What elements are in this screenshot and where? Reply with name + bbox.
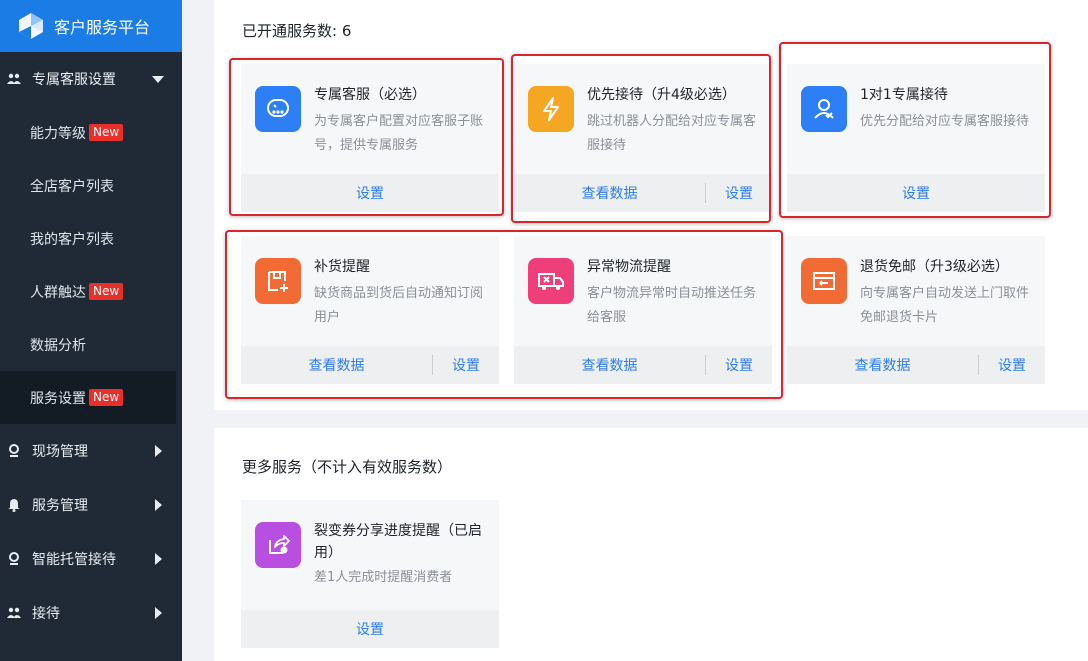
settings-link[interactable]: 设置	[706, 183, 772, 203]
brand-logo-icon	[19, 13, 43, 39]
chevron-right-icon	[155, 607, 162, 619]
sidebar-item-my-customers[interactable]: 我的客户列表	[0, 212, 182, 265]
settings-link[interactable]: 设置	[787, 183, 1045, 203]
settings-link[interactable]: 设置	[433, 355, 499, 375]
sidebar-item-all-customers[interactable]: 全店客户列表	[0, 159, 182, 212]
menu-group-label: 智能托管接待	[32, 552, 116, 568]
chevron-right-icon	[155, 553, 162, 565]
view-data-link[interactable]: 查看数据	[241, 355, 432, 375]
card-desc: 客户物流异常时自动推送任务给客服	[587, 286, 757, 325]
card-desc: 差1人完成时提醒消费者	[314, 570, 453, 585]
sidebar: 客户服务平台 专属客服设置 能力等级 New 全店客户列表 我的客户列表 人群触…	[0, 0, 182, 661]
card-title: 补货提醒	[314, 259, 370, 275]
settings-link[interactable]: 设置	[241, 183, 499, 203]
sidebar-item-label: 全店客户列表	[30, 178, 114, 195]
service-card-priority-reception: 优先接待（升4级必选） 跳过机器人分配给对应专属客服接待 查看数据 设置	[514, 64, 772, 212]
service-card-free-return: 退货免邮（升3级必选） 向专属客户自动发送上门取件免邮退货卡片 查看数据 设置	[787, 236, 1045, 384]
sidebar-item-label: 我的客户列表	[30, 231, 114, 248]
card-title: 1对1专属接待	[860, 87, 948, 103]
card-desc: 缺货商品到货后自动通知订阅用户	[314, 286, 484, 325]
card-footer: 查看数据 设置	[514, 174, 772, 212]
card-title: 退货免邮（升3级必选）	[860, 259, 1009, 275]
users-icon	[6, 605, 22, 621]
menu-group-label: 服务管理	[32, 498, 88, 514]
settings-link[interactable]: 设置	[241, 619, 499, 639]
new-badge: New	[89, 389, 124, 406]
card-title: 异常物流提醒	[587, 259, 671, 275]
sidebar-item-label: 数据分析	[30, 337, 86, 354]
enabled-services-section: 已开通服务数: 6 专属客服（必选） 为专属客户配置对应客服子账号，提供专属服务…	[214, 0, 1088, 410]
return-ticket-icon	[801, 258, 847, 304]
card-desc: 向专属客户自动发送上门取件免邮退货卡片	[860, 286, 1030, 325]
location-pin-icon	[6, 443, 22, 459]
card-desc: 优先分配给对应专属客服接待	[860, 114, 1030, 129]
view-data-link[interactable]: 查看数据	[514, 183, 705, 203]
card-footer: 设置	[241, 610, 499, 648]
service-card-coupon-share: 裂变券分享进度提醒（已启用） 差1人完成时提醒消费者 设置	[241, 500, 499, 648]
service-card-restock-reminder: 补货提醒 缺货商品到货后自动通知订阅用户 查看数据 设置	[241, 236, 499, 384]
user-check-icon	[801, 86, 847, 132]
card-desc: 为专属客户配置对应客服子账号，提供专属服务	[314, 114, 484, 153]
service-card-logistics-alert: 异常物流提醒 客户物流异常时自动推送任务给客服 查看数据 设置	[514, 236, 772, 384]
new-badge: New	[89, 283, 124, 300]
view-data-link[interactable]: 查看数据	[514, 355, 705, 375]
bell-icon	[6, 497, 22, 513]
menu-group-label: 接待	[32, 606, 60, 622]
lightning-icon	[528, 86, 574, 132]
chevron-right-icon	[155, 445, 162, 457]
users-icon	[6, 71, 22, 87]
card-footer: 查看数据 设置	[241, 346, 499, 384]
card-footer: 查看数据 设置	[787, 346, 1045, 384]
menu-group-reception[interactable]: 接待	[0, 586, 182, 640]
menu-group-label: 现场管理	[32, 444, 88, 460]
sidebar-item-audience-reach[interactable]: 人群触达 New	[0, 265, 182, 318]
chevron-right-icon	[155, 499, 162, 511]
menu-group-label: 专属客服设置	[32, 72, 116, 88]
menu-group-dedicated-service[interactable]: 专属客服设置	[0, 52, 182, 106]
sidebar-item-data-analysis[interactable]: 数据分析	[0, 318, 182, 371]
card-title: 专属客服（必选）	[314, 87, 426, 103]
share-coupon-icon	[255, 522, 301, 568]
sidebar-item-label: 能力等级	[30, 125, 86, 142]
card-footer: 设置	[241, 174, 499, 212]
settings-link[interactable]: 设置	[706, 355, 772, 375]
enabled-services-count: 已开通服务数: 6	[242, 22, 352, 40]
card-desc: 跳过机器人分配给对应专属客服接待	[587, 114, 757, 153]
service-card-one-to-one: 1对1专属接待 优先分配给对应专属客服接待 设置	[787, 64, 1045, 212]
brand-header[interactable]: 客户服务平台	[0, 0, 182, 52]
card-footer: 查看数据 设置	[514, 346, 772, 384]
robot-face-icon	[255, 86, 301, 132]
menu-group-service-management[interactable]: 服务管理	[0, 478, 182, 532]
more-services-title: 更多服务（不计入有效服务数）	[242, 458, 453, 476]
new-badge: New	[89, 124, 124, 141]
service-card-dedicated-cs: 专属客服（必选） 为专属客户配置对应客服子账号，提供专属服务 设置	[241, 64, 499, 212]
card-title: 优先接待（升4级必选）	[587, 87, 736, 103]
location-pin-icon	[6, 551, 22, 567]
restock-icon	[255, 258, 301, 304]
sidebar-item-label: 人群触达	[30, 284, 86, 301]
truck-alert-icon	[528, 258, 574, 304]
menu-group-smart-hosting[interactable]: 智能托管接待	[0, 532, 182, 586]
menu-group-onsite-management[interactable]: 现场管理	[0, 424, 182, 478]
chevron-down-icon	[152, 75, 164, 83]
settings-link[interactable]: 设置	[979, 355, 1045, 375]
sidebar-item-label: 服务设置	[30, 390, 86, 407]
card-title: 裂变券分享进度提醒（已启用）	[314, 523, 482, 561]
card-footer: 设置	[787, 174, 1045, 212]
more-services-section: 更多服务（不计入有效服务数） 裂变券分享进度提醒（已启用） 差1人完成时提醒消费…	[214, 428, 1088, 661]
app-title: 客户服务平台	[54, 18, 151, 37]
view-data-link[interactable]: 查看数据	[787, 355, 978, 375]
sidebar-item-service-settings[interactable]: 服务设置 New	[0, 371, 176, 424]
sidebar-item-ability-level[interactable]: 能力等级 New	[0, 106, 182, 159]
